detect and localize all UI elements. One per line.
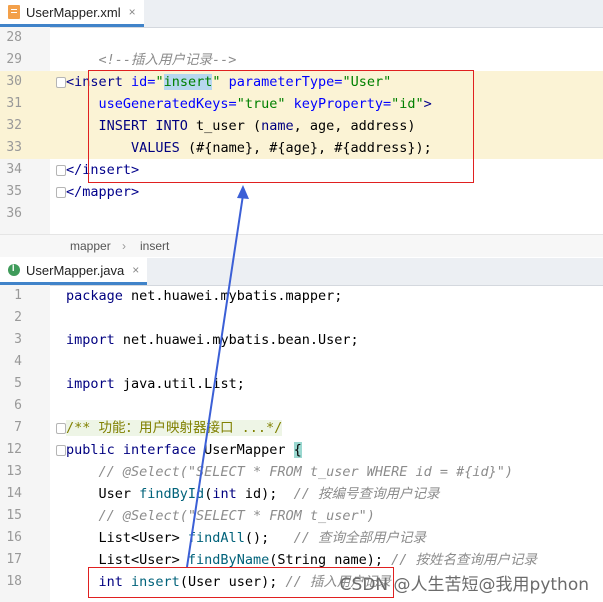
annotation-arrow <box>186 185 249 568</box>
arrow-head-icon <box>237 185 249 199</box>
watermark: CSDN @人生苦短@我用python <box>339 575 589 595</box>
arrow-line <box>186 194 244 568</box>
